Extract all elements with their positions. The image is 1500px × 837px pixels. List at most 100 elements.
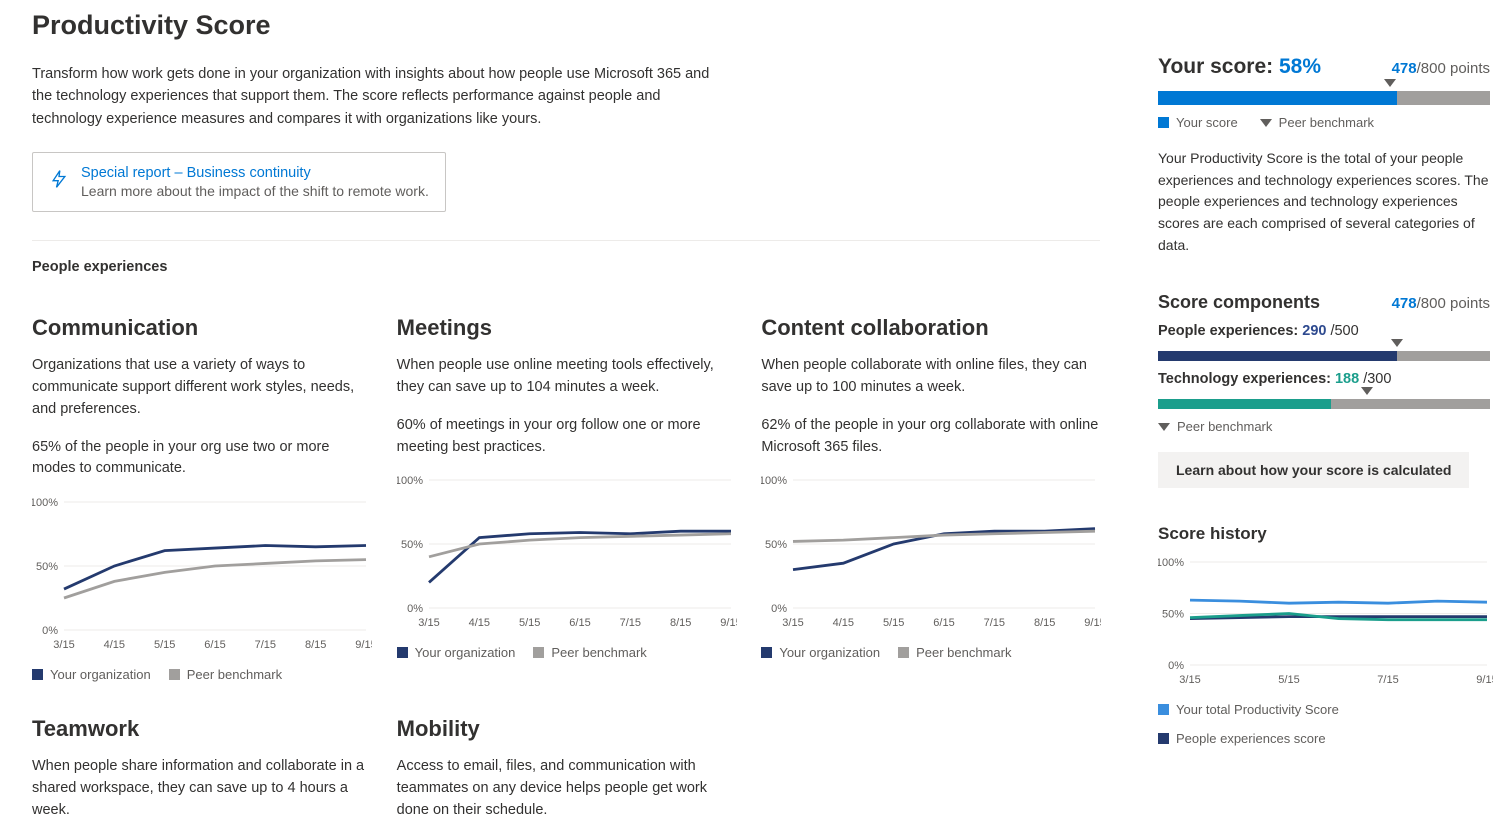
legend-people-score: People experiences score: [1158, 731, 1326, 746]
cards-row-2: Teamwork When people share information a…: [32, 716, 1100, 837]
lightning-icon: [49, 167, 69, 196]
points-text: 478/800 points: [1392, 60, 1490, 78]
chart-score-history: 0%50%100%3/155/157/159/15: [1158, 556, 1493, 691]
card-content-collaboration[interactable]: Content collaboration When people collab…: [761, 315, 1100, 682]
svg-text:3/15: 3/15: [1179, 674, 1200, 686]
chart-content: 0%50%100%3/154/155/156/157/158/159/15: [761, 474, 1100, 639]
score-components-heading: Score components: [1158, 292, 1320, 313]
points-text: 478/800 points: [1392, 295, 1490, 313]
divider: [32, 240, 1100, 241]
main-column: Productivity Score Transform how work ge…: [0, 0, 1130, 790]
svg-text:4/15: 4/15: [468, 617, 489, 629]
legend-peer-benchmark: Peer benchmark: [1158, 419, 1490, 434]
svg-text:50%: 50%: [401, 539, 423, 551]
card-desc: When people collaborate with online file…: [761, 355, 1100, 399]
points-value: 478: [1392, 60, 1417, 77]
peer-marker-icon: [1391, 339, 1403, 347]
your-score-value: 58%: [1279, 55, 1321, 78]
svg-text:0%: 0%: [407, 603, 423, 615]
card-desc: When people share information and collab…: [32, 756, 371, 821]
chart-legend: Your organization Peer benchmark: [761, 645, 1100, 660]
legend-label: Peer benchmark: [187, 667, 282, 682]
tech-exp-line: Technology experiences: 188/300: [1158, 371, 1490, 387]
card-mobility[interactable]: Mobility Access to email, files, and com…: [397, 716, 736, 837]
score-legend: Your score Peer benchmark: [1158, 115, 1490, 130]
people-exp-line: People experiences: 290/500: [1158, 323, 1490, 339]
svg-text:5/15: 5/15: [1278, 674, 1299, 686]
svg-text:8/15: 8/15: [1034, 617, 1055, 629]
card-stat: 65% of the people in your org use two or…: [32, 437, 371, 481]
card-desc: Access to email, files, and communicatio…: [397, 756, 736, 821]
callout-title: Special report – Business continuity: [81, 165, 429, 181]
svg-text:50%: 50%: [1162, 609, 1184, 621]
comp-value: 188: [1335, 371, 1359, 387]
legend-label: People experiences score: [1176, 731, 1326, 746]
chart-meetings: 0%50%100%3/154/155/156/157/158/159/15: [397, 474, 736, 639]
svg-text:100%: 100%: [1158, 557, 1184, 569]
svg-text:9/15: 9/15: [355, 639, 372, 651]
points-value: 478: [1392, 295, 1417, 312]
svg-text:3/15: 3/15: [783, 617, 804, 629]
comp-label: People experiences:: [1158, 323, 1298, 339]
your-score-section: Your score: 58% 478/800 points Your scor…: [1158, 55, 1490, 256]
card-title: Mobility: [397, 716, 736, 742]
legend-peer: Peer benchmark: [169, 667, 282, 682]
tech-exp-bar: [1158, 399, 1490, 409]
card-teamwork[interactable]: Teamwork When people share information a…: [32, 716, 371, 837]
legend-label: Peer benchmark: [916, 645, 1011, 660]
svg-text:7/15: 7/15: [255, 639, 276, 651]
svg-text:50%: 50%: [765, 539, 787, 551]
card-title: Communication: [32, 315, 371, 341]
card-title: Teamwork: [32, 716, 371, 742]
svg-text:100%: 100%: [32, 497, 58, 509]
history-legend: Your total Productivity Score People exp…: [1158, 702, 1490, 746]
comp-value: 290: [1302, 323, 1326, 339]
legend-label: Peer benchmark: [551, 645, 646, 660]
legend-your-org: Your organization: [761, 645, 880, 660]
card-empty: [761, 716, 1100, 837]
page-title: Productivity Score: [32, 10, 1100, 41]
svg-text:50%: 50%: [36, 561, 58, 573]
svg-text:4/15: 4/15: [104, 639, 125, 651]
card-title: Meetings: [397, 315, 736, 341]
svg-text:9/15: 9/15: [1476, 674, 1493, 686]
peer-marker-icon: [1361, 387, 1373, 395]
card-title: Content collaboration: [761, 315, 1100, 341]
score-bar: [1158, 91, 1490, 105]
card-stat: 60% of meetings in your org follow one o…: [397, 415, 736, 459]
card-communication[interactable]: Communication Organizations that use a v…: [32, 315, 371, 682]
card-stat: 62% of the people in your org collaborat…: [761, 415, 1100, 459]
people-exp-bar: [1158, 351, 1490, 361]
chart-legend: Your organization Peer benchmark: [32, 667, 371, 682]
score-history-heading: Score history: [1158, 524, 1490, 544]
special-report-callout[interactable]: Special report – Business continuity Lea…: [32, 152, 446, 212]
callout-text: Special report – Business continuity Lea…: [81, 165, 429, 199]
svg-text:0%: 0%: [42, 625, 58, 637]
svg-text:6/15: 6/15: [569, 617, 590, 629]
svg-text:8/15: 8/15: [305, 639, 326, 651]
svg-text:6/15: 6/15: [934, 617, 955, 629]
legend-your-org: Your organization: [32, 667, 151, 682]
legend-your-score: Your score: [1158, 115, 1238, 130]
page-description: Transform how work gets done in your org…: [32, 63, 732, 130]
learn-score-button[interactable]: Learn about how your score is calculated: [1158, 452, 1469, 488]
svg-text:5/15: 5/15: [883, 617, 904, 629]
svg-text:5/15: 5/15: [519, 617, 540, 629]
comp-max: /300: [1363, 371, 1391, 387]
svg-text:8/15: 8/15: [670, 617, 691, 629]
card-meetings[interactable]: Meetings When people use online meeting …: [397, 315, 736, 682]
your-score-heading: Your score: 58%: [1158, 55, 1321, 79]
legend-label: Your organization: [50, 667, 151, 682]
svg-text:3/15: 3/15: [53, 639, 74, 651]
section-label-people: People experiences: [32, 259, 1100, 275]
score-components-section: Score components 478/800 points People e…: [1158, 292, 1490, 488]
comp-label: Technology experiences:: [1158, 371, 1331, 387]
svg-text:3/15: 3/15: [418, 617, 439, 629]
svg-text:6/15: 6/15: [204, 639, 225, 651]
card-desc: Organizations that use a variety of ways…: [32, 355, 371, 420]
legend-label: Your organization: [415, 645, 516, 660]
legend-label: Your total Productivity Score: [1176, 702, 1339, 717]
points-max: /800 points: [1417, 295, 1490, 312]
comp-max: /500: [1330, 323, 1358, 339]
svg-text:0%: 0%: [1168, 660, 1184, 672]
